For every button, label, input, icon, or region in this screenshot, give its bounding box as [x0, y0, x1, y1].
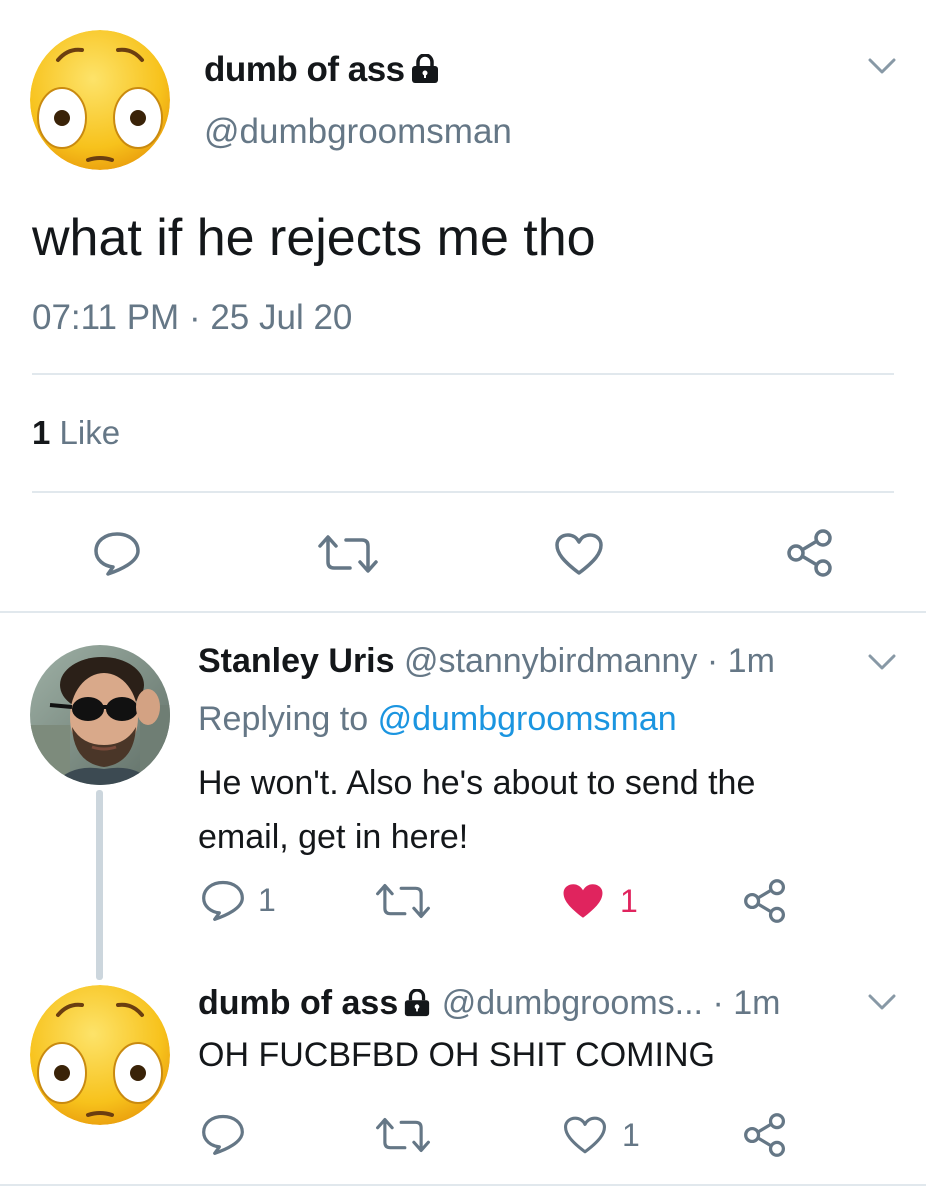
like-button[interactable]: 1 [560, 880, 638, 922]
tweet-timestamp[interactable]: 1m [733, 984, 780, 1022]
thread-line [96, 790, 103, 980]
section-divider [0, 611, 926, 613]
lock-icon [409, 53, 441, 93]
likes-summary[interactable]: 1 Like [32, 414, 120, 452]
share-button[interactable] [742, 878, 788, 924]
surprised-emoji-icon [30, 985, 170, 1125]
tweet-timestamp[interactable]: 1m [728, 642, 775, 680]
share-icon [744, 1113, 786, 1157]
heart-icon [563, 1116, 607, 1154]
share-button[interactable] [785, 528, 835, 578]
replying-to: Replying to @dumbgroomsman [198, 700, 677, 738]
retweet-button[interactable] [316, 532, 380, 576]
user-handle[interactable]: @stannybirdmanny [404, 642, 697, 680]
share-icon [744, 879, 786, 923]
lock-icon [402, 987, 432, 1026]
divider [32, 491, 894, 493]
tweet-text: OH FUCBFBD OH SHIT COMING [198, 1036, 715, 1074]
section-divider [0, 1184, 926, 1186]
reply-header[interactable]: Stanley Uris @stannybirdmanny · 1m [198, 642, 775, 681]
like-button[interactable] [553, 531, 605, 577]
reply-header[interactable]: dumb of ass @dumbgrooms... · 1m [198, 984, 780, 1026]
heart-icon [555, 533, 603, 575]
reply-icon [202, 1114, 244, 1155]
reply-button[interactable] [200, 1112, 246, 1156]
reply-button[interactable]: 1 [200, 878, 276, 922]
divider [32, 373, 894, 375]
like-count: 1 [622, 1116, 640, 1153]
display-name[interactable]: dumb of ass [204, 50, 441, 93]
avatar[interactable] [30, 645, 170, 785]
chevron-down-icon[interactable] [862, 988, 902, 1018]
reply-icon [94, 532, 140, 576]
retweet-button[interactable] [374, 881, 432, 921]
retweet-icon [376, 884, 430, 918]
avatar[interactable] [30, 30, 170, 170]
user-handle[interactable]: @dumbgroomsman [204, 112, 512, 152]
avatar[interactable] [30, 985, 170, 1125]
like-count: 1 [620, 882, 638, 919]
user-handle[interactable]: @dumbgrooms... [442, 984, 703, 1022]
retweet-button[interactable] [374, 1115, 432, 1155]
tweet-text: what if he rejects me tho [32, 209, 596, 267]
chevron-down-icon[interactable] [862, 648, 902, 678]
display-name[interactable]: Stanley Uris [198, 642, 395, 680]
display-name[interactable]: dumb of ass [198, 984, 398, 1022]
tweet-text: He won't. Also he's about to send the em… [198, 764, 756, 856]
user-photo [30, 645, 170, 785]
surprised-emoji-icon [30, 30, 170, 170]
chevron-down-icon[interactable] [862, 52, 902, 82]
reply-icon [202, 880, 244, 921]
heart-filled-icon [563, 884, 603, 918]
replying-to-link[interactable]: @dumbgroomsman [378, 700, 677, 738]
share-button[interactable] [742, 1112, 788, 1158]
reply-count: 1 [258, 881, 276, 918]
reply-button[interactable] [92, 530, 142, 576]
tweet-timestamp[interactable]: 07:11 PM · 25 Jul 20 [32, 298, 352, 338]
retweet-icon [376, 1118, 430, 1152]
like-button[interactable]: 1 [562, 1114, 640, 1156]
retweet-icon [318, 535, 378, 573]
share-icon [787, 529, 832, 577]
